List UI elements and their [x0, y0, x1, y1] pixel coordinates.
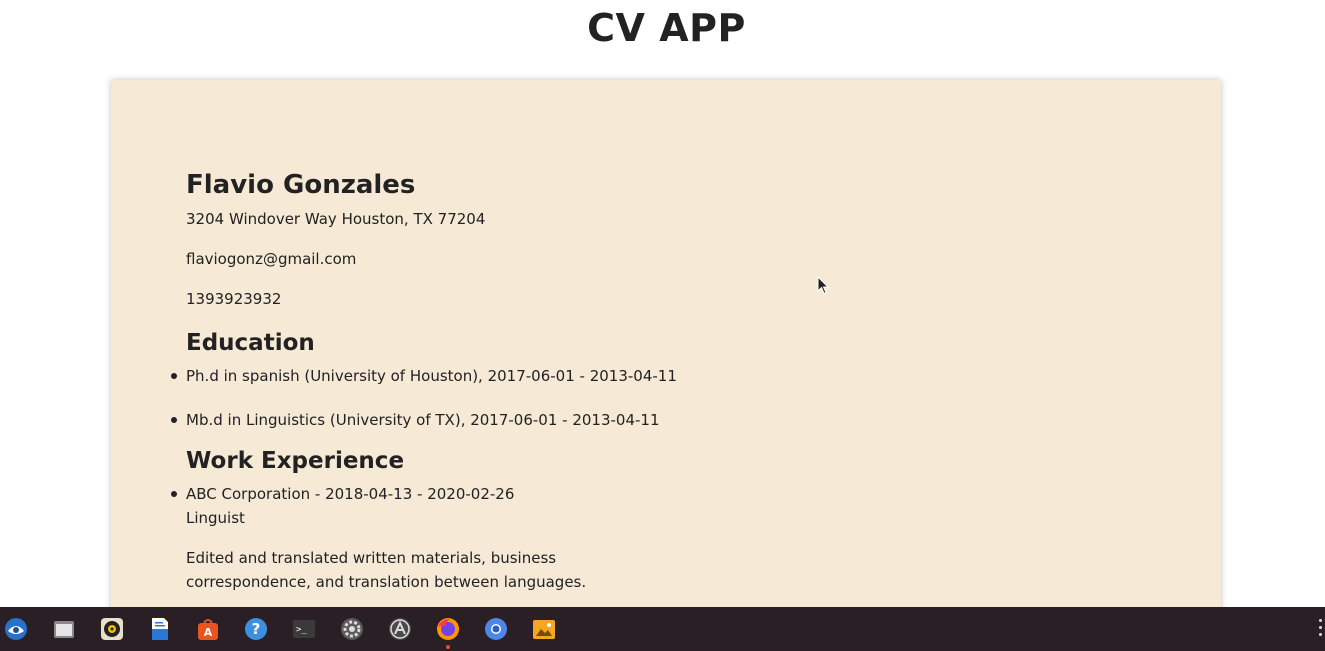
thunderbird-icon[interactable] [4, 617, 28, 641]
writer-icon[interactable] [148, 617, 172, 641]
show-applications-icon[interactable] [1319, 619, 1323, 639]
education-list: Ph.d in spanish (University of Houston),… [171, 364, 786, 432]
work-item-role: Linguist [186, 509, 245, 527]
svg-text:>_: >_ [296, 625, 307, 635]
bullet-icon [171, 373, 177, 379]
app-store-icon[interactable] [388, 617, 412, 641]
image-viewer-icon[interactable] [532, 617, 556, 641]
mouse-pointer-icon [817, 276, 829, 295]
svg-text:A: A [204, 626, 213, 639]
education-item-text: Mb.d in Linguistics (University of TX), … [186, 411, 660, 429]
cv-address: 3204 Windover Way Houston, TX 77204 [186, 210, 486, 228]
taskbar: A ? >_ [0, 607, 1325, 651]
software-center-icon[interactable]: A [196, 617, 220, 641]
help-icon[interactable]: ? [244, 617, 268, 641]
work-item-header: ABC Corporation - 2018-04-13 - 2020-02-2… [186, 485, 515, 503]
cv-name: Flavio Gonzales [186, 170, 416, 200]
settings-icon[interactable] [340, 617, 364, 641]
education-item: Ph.d in spanish (University of Houston),… [171, 364, 786, 388]
education-item-text: Ph.d in spanish (University of Houston),… [186, 367, 677, 385]
terminal-icon[interactable]: >_ [292, 617, 316, 641]
work-heading: Work Experience [186, 448, 405, 474]
education-item: Mb.d in Linguistics (University of TX), … [171, 408, 786, 432]
chromium-icon[interactable] [484, 617, 508, 641]
firefox-icon[interactable] [436, 617, 460, 641]
browser-viewport: CV APP Flavio Gonzales 3204 Windover Way… [0, 0, 1325, 607]
cv-content: Flavio Gonzales 3204 Windover Way Housto… [171, 170, 786, 594]
cv-phone: 1393923932 [186, 290, 282, 308]
cv-email: flaviogonz@gmail.com [186, 250, 357, 268]
svg-text:?: ? [252, 620, 261, 638]
cv-card: Flavio Gonzales 3204 Windover Way Housto… [111, 80, 1221, 607]
work-item: ABC Corporation - 2018-04-13 - 2020-02-2… [171, 482, 786, 594]
work-item-description: Edited and translated written materials,… [186, 549, 587, 591]
app-title: CV APP [587, 6, 746, 50]
files-icon[interactable] [52, 617, 76, 641]
bullet-icon [171, 491, 177, 497]
active-indicator-icon [446, 645, 450, 649]
education-heading: Education [186, 330, 315, 356]
bullet-icon [171, 417, 177, 423]
work-list: ABC Corporation - 2018-04-13 - 2020-02-2… [171, 482, 786, 594]
rhythmbox-icon[interactable] [100, 617, 124, 641]
